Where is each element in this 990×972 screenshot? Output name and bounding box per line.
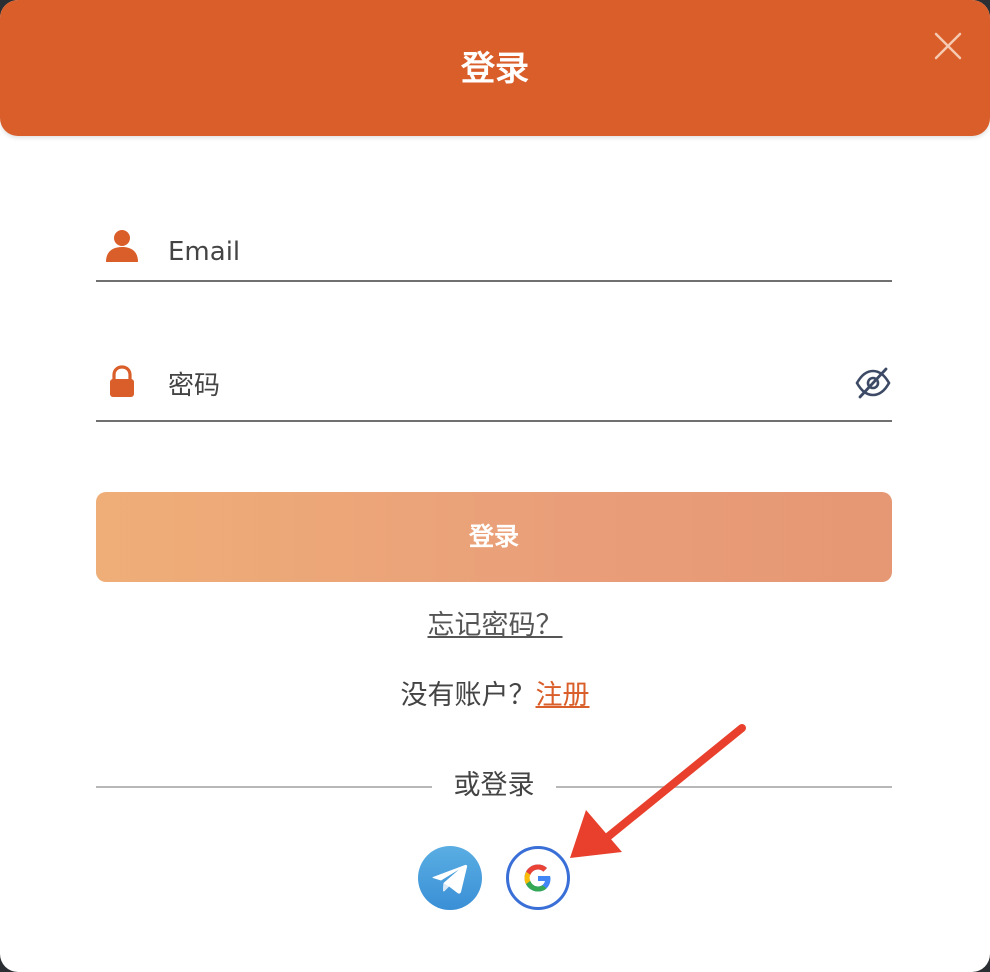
close-button[interactable] bbox=[926, 26, 970, 70]
divider-label: 或登录 bbox=[453, 770, 535, 801]
modal-header: 登录 bbox=[0, 0, 990, 136]
register-link[interactable]: 注册 bbox=[536, 680, 590, 711]
login-modal: 登录 登录 忘记密码？ bbox=[0, 0, 990, 972]
close-icon bbox=[934, 32, 962, 60]
password-input[interactable] bbox=[168, 366, 808, 406]
modal-title: 登录 bbox=[461, 49, 529, 89]
email-input[interactable] bbox=[168, 232, 808, 272]
toggle-password-visibility-button[interactable] bbox=[854, 366, 892, 400]
telegram-icon bbox=[432, 864, 468, 894]
forgot-password-row: 忘记密码？ bbox=[0, 604, 990, 648]
no-account-label: 没有账户？ bbox=[400, 680, 536, 711]
annotation-arrow-icon bbox=[570, 724, 746, 858]
telegram-login-button[interactable] bbox=[418, 846, 482, 910]
password-field bbox=[96, 352, 892, 422]
google-icon bbox=[524, 864, 551, 892]
divider-left bbox=[96, 786, 432, 788]
email-field bbox=[96, 218, 892, 282]
register-row: 没有账户？注册 bbox=[0, 674, 990, 718]
user-icon bbox=[106, 230, 138, 262]
login-button[interactable]: 登录 bbox=[96, 492, 892, 582]
eye-off-icon bbox=[855, 367, 891, 399]
lock-icon bbox=[110, 365, 134, 397]
forgot-password-link[interactable]: 忘记密码？ bbox=[428, 610, 563, 641]
